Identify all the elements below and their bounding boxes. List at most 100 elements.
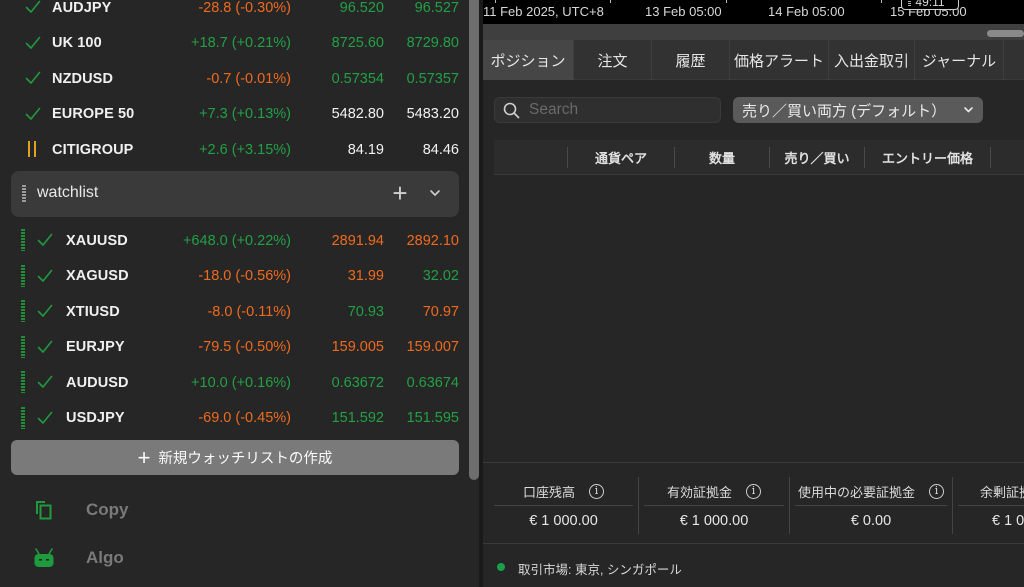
chevron-down-icon[interactable] <box>427 185 443 201</box>
info-icon[interactable] <box>929 484 944 499</box>
instrument-row[interactable]: XAGUSD -18.0 (-0.56%) 31.99 32.02 <box>0 259 470 294</box>
instrument-ask-price[interactable]: 0.63674 <box>407 375 459 391</box>
chart-scroll-thumb[interactable] <box>987 30 1024 37</box>
trading-panel: 11 Feb 2025, UTC+8 13 Feb 05:00 14 Feb 0… <box>483 0 1024 587</box>
instrument-symbol: AUDJPY <box>52 0 112 16</box>
summary-equity: 有効証拠金 € 1 000.00 <box>644 478 784 535</box>
info-icon[interactable] <box>589 484 604 499</box>
drag-handle-icon[interactable] <box>22 185 26 203</box>
tab-journal[interactable]: ジャーナル <box>915 40 1004 80</box>
add-instrument-button[interactable]: + <box>389 180 411 206</box>
summary-value: € 0.00 <box>850 512 892 529</box>
instrument-bid-price[interactable]: 0.63672 <box>332 375 384 391</box>
nav-label: Copy <box>86 500 129 519</box>
axis-label: 11 Feb 2025, UTC+8 <box>483 4 604 19</box>
instrument-bid-price[interactable]: 96.520 <box>340 0 384 16</box>
account-summary: 口座残高 € 1 000.00 有効証拠金 € 1 000.00 使用中の必要証… <box>483 462 1024 544</box>
check-icon <box>24 34 42 52</box>
watchlist-title: watchlist <box>37 184 99 201</box>
market-open-indicator-icon <box>497 563 505 571</box>
instrument-row[interactable]: USDJPY -69.0 (-0.45%) 151.592 151.595 <box>0 401 470 436</box>
instrument-row[interactable]: CITIGROUP +2.6 (+3.15%) 84.19 84.46 <box>0 132 470 167</box>
tab-price-alerts[interactable]: 価格アラート <box>730 40 829 80</box>
column-header-entry-price[interactable]: エントリー価格 <box>865 140 990 175</box>
instrument-ask-price[interactable]: 159.007 <box>407 339 459 355</box>
tab-transactions[interactable]: 入出金取引 <box>829 40 915 80</box>
instrument-ask-price[interactable]: 5483.20 <box>407 106 459 122</box>
summary-label: 使用中の必要証拠金 <box>797 485 915 500</box>
instrument-change: -69.0 (-0.45%) <box>198 410 291 426</box>
instrument-row[interactable]: UK 100 +18.7 (+0.21%) 8725.60 8729.80 <box>0 26 470 61</box>
drag-handle-icon[interactable] <box>21 229 25 251</box>
summary-value: € 1 0 <box>992 512 1024 529</box>
chart-scrollbar[interactable] <box>483 24 1024 40</box>
instrument-ask-price[interactable]: 0.57357 <box>407 71 459 87</box>
instrument-row[interactable]: AUDJPY -28.8 (-0.30%) 96.520 96.527 <box>0 0 470 25</box>
instrument-change: +7.3 (+0.13%) <box>199 106 291 122</box>
drag-handle-icon[interactable] <box>21 371 25 393</box>
tab-orders[interactable]: 注文 <box>574 40 652 80</box>
column-header-currency-pair[interactable]: 通貨ペア <box>568 140 674 175</box>
instrument-row[interactable]: XTIUSD -8.0 (-0.11%) 70.93 70.97 <box>0 294 470 329</box>
tab-positions[interactable]: ポジション <box>483 40 574 80</box>
instrument-bid-price[interactable]: 70.93 <box>348 304 384 320</box>
instrument-bid-price[interactable]: 151.592 <box>332 410 384 426</box>
instrument-bid-price[interactable]: 31.99 <box>348 268 384 284</box>
tab-history[interactable]: 履歴 <box>652 40 730 80</box>
axis-tick <box>610 0 611 3</box>
instrument-list-scrollbar[interactable] <box>469 0 479 480</box>
search-input[interactable] <box>529 99 714 121</box>
drag-handle-icon[interactable] <box>21 264 25 287</box>
instrument-bid-price[interactable]: 5482.80 <box>332 106 384 122</box>
instrument-panel: AUDJPY -28.8 (-0.30%) 96.520 96.527 UK 100 +1… <box>0 0 470 587</box>
info-icon[interactable] <box>746 484 761 499</box>
instrument-bid-price[interactable]: 0.57354 <box>332 71 384 87</box>
instrument-row[interactable]: EURJPY -79.5 (-0.50%) 159.005 159.007 <box>0 330 470 365</box>
watchlist-header[interactable]: watchlist + <box>11 171 459 217</box>
check-icon <box>36 409 54 427</box>
instrument-ask-price[interactable]: 32.02 <box>423 268 459 284</box>
column-header-quantity[interactable]: 数量 <box>675 140 769 175</box>
nav-item-copy[interactable]: Copy <box>0 490 470 530</box>
instrument-symbol: NZDUSD <box>52 70 114 87</box>
instrument-ask-price[interactable]: 2892.10 <box>407 233 459 249</box>
status-bar: 取引市場: 東京, シンガポール <box>483 545 1024 587</box>
instrument-symbol: CITIGROUP <box>52 141 134 158</box>
instrument-bid-price[interactable]: 2891.94 <box>332 233 384 249</box>
drag-handle-icon[interactable] <box>21 335 25 358</box>
instrument-ask-price[interactable]: 8729.80 <box>407 35 459 51</box>
summary-free-margin: 余剰証拠 € 1 0 <box>958 478 1024 535</box>
summary-value: € 1 000.00 <box>679 512 749 529</box>
create-watchlist-button[interactable]: + 新規ウォッチリストの作成 <box>11 440 459 475</box>
axis-tick <box>726 0 727 3</box>
chart-time-axis: 11 Feb 2025, UTC+8 13 Feb 05:00 14 Feb 0… <box>483 0 1024 24</box>
instrument-symbol: XTIUSD <box>66 303 120 320</box>
instrument-bid-price[interactable]: 159.005 <box>332 339 384 355</box>
search-field[interactable] <box>494 97 721 123</box>
instrument-ask-price[interactable]: 70.97 <box>423 304 459 320</box>
column-header-side[interactable]: 売り／買い <box>770 140 864 175</box>
instrument-row[interactable]: NZDUSD -0.7 (-0.01%) 0.57354 0.57357 <box>0 61 470 96</box>
chevron-down-icon <box>962 103 975 116</box>
column-separator[interactable] <box>990 147 991 168</box>
check-icon <box>36 302 54 320</box>
drag-handle-icon[interactable] <box>21 300 25 322</box>
crosshair-time-label[interactable]: 49:11 <box>901 0 959 10</box>
instrument-change: +18.7 (+0.21%) <box>191 35 291 51</box>
instrument-ask-price[interactable]: 151.595 <box>407 410 459 426</box>
instrument-bid-price[interactable]: 8725.60 <box>332 35 384 51</box>
instrument-row[interactable]: XAUUSD +648.0 (+0.22%) 2891.94 2892.10 <box>0 223 470 258</box>
search-icon <box>503 102 520 119</box>
instrument-ask-price[interactable]: 96.527 <box>415 0 459 16</box>
instrument-bid-price[interactable]: 84.19 <box>348 142 384 158</box>
crosshair-value: 49:11 <box>915 0 945 9</box>
buy-sell-filter-dropdown[interactable]: 売り／買い両方 (デフォルト） <box>733 97 983 123</box>
axis-label: 13 Feb 05:00 <box>645 4 722 19</box>
instrument-row[interactable]: EUROPE 50 +7.3 (+0.13%) 5482.80 5483.20 <box>0 97 470 132</box>
drag-handle-icon <box>908 0 911 7</box>
drag-handle-icon[interactable] <box>21 406 25 429</box>
nav-item-algo[interactable]: Algo <box>0 538 470 578</box>
instrument-row[interactable]: AUDUSD +10.0 (+0.16%) 0.63672 0.63674 <box>0 365 470 400</box>
axis-tick <box>881 0 882 3</box>
instrument-ask-price[interactable]: 84.46 <box>423 142 459 158</box>
